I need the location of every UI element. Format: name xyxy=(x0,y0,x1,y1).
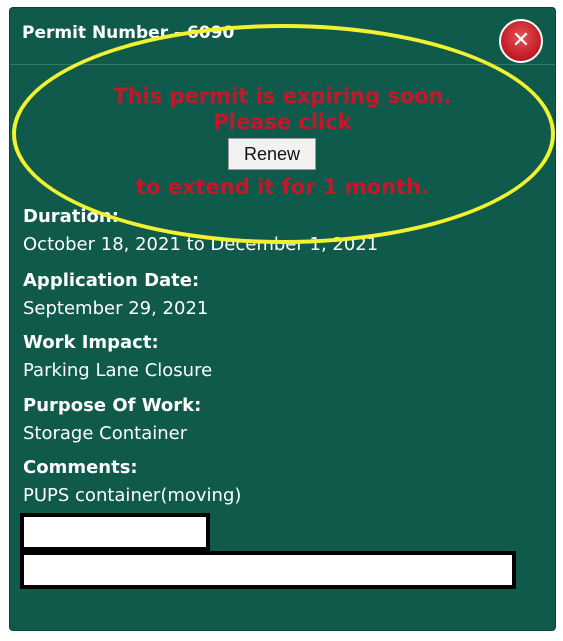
duration-value: October 18, 2021 to December 1, 2021 xyxy=(23,234,379,255)
expiring-notice: This permit is expiring soon. Please cli… xyxy=(10,83,555,135)
dialog-header: Permit Number - 6090 ✕ xyxy=(10,8,555,65)
permit-dialog: Permit Number - 6090 ✕ This permit is ex… xyxy=(10,8,555,630)
purpose-label: Purpose Of Work: xyxy=(23,395,202,416)
expiring-notice-line1: This permit is expiring soon. xyxy=(113,84,452,108)
application-date-value: September 29, 2021 xyxy=(23,298,209,319)
comments-label: Comments: xyxy=(23,457,138,478)
work-impact-label: Work Impact: xyxy=(23,332,159,353)
close-icon: ✕ xyxy=(511,28,531,53)
redacted-box xyxy=(20,551,516,589)
comments-value: PUPS container(moving) xyxy=(23,485,242,506)
purpose-value: Storage Container xyxy=(23,423,188,444)
permit-title: Permit Number - 6090 xyxy=(22,23,235,43)
close-button[interactable]: ✕ xyxy=(499,19,543,63)
work-impact-value: Parking Lane Closure xyxy=(23,360,213,381)
application-date-label: Application Date: xyxy=(23,270,200,291)
expiring-notice-line3: to extend it for 1 month. xyxy=(135,175,430,199)
expiring-notice-line2: Please click xyxy=(213,110,352,134)
redacted-box xyxy=(20,513,210,551)
duration-label: Duration: xyxy=(23,206,119,227)
renew-button[interactable]: Renew xyxy=(228,138,316,170)
